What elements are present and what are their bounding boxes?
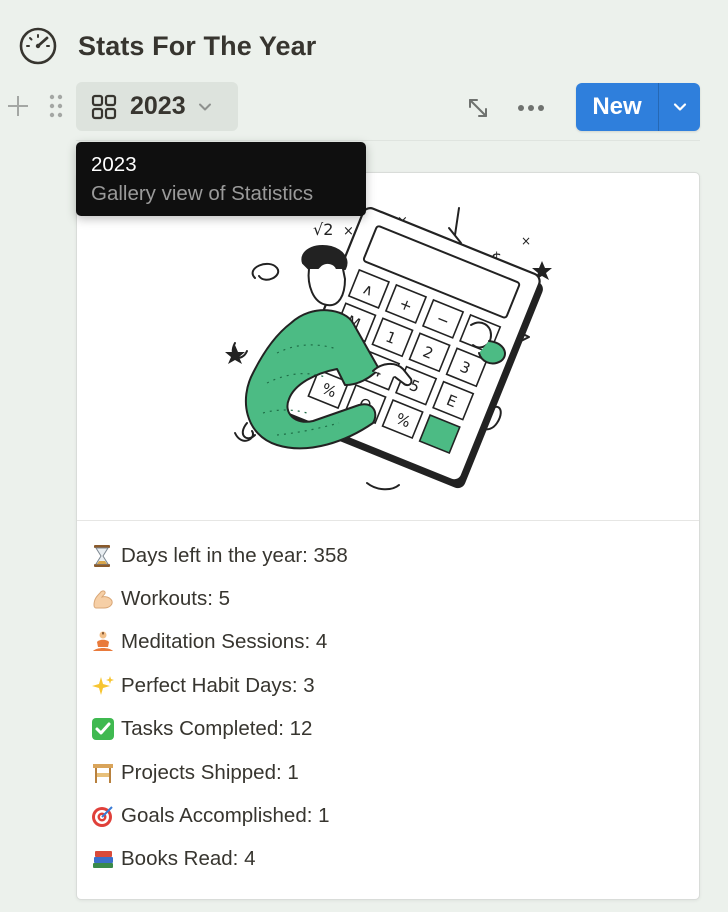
stat-text: Meditation Sessions: 4 <box>121 630 328 654</box>
expand-icon[interactable] <box>464 94 492 122</box>
page-title: Stats For The Year <box>78 30 317 61</box>
stat-books-read: Books Read: 4 <box>91 838 691 881</box>
toolbar-divider <box>76 140 700 141</box>
stat-meditation: Meditation Sessions: 4 <box>91 621 691 664</box>
stat-perfect-habit-days: Perfect Habit Days: 3 <box>91 664 691 707</box>
gallery-card[interactable]: √2 × $ × $ × × <box>76 172 700 900</box>
stat-goals-accomplished: Goals Accomplished: 1 <box>91 794 691 837</box>
stat-text: Projects Shipped: 1 <box>121 760 299 784</box>
books-icon <box>91 846 121 872</box>
stat-projects-shipped: Projects Shipped: 1 <box>91 751 691 794</box>
sparkles-icon <box>91 673 121 699</box>
stat-text: Days left in the year: 358 <box>121 543 348 567</box>
view-tooltip: 2023 Gallery view of Statistics <box>76 142 366 216</box>
card-cover-image: √2 × $ × $ × × <box>77 173 699 521</box>
add-block-plus-icon[interactable] <box>6 94 30 118</box>
svg-text:×: × <box>521 234 531 248</box>
stat-workouts: Workouts: 5 <box>91 577 691 620</box>
check-mark-button-icon <box>91 716 121 742</box>
stat-text: Books Read: 4 <box>121 847 256 871</box>
view-selector-button[interactable]: 2023 <box>76 82 238 131</box>
direct-hit-icon <box>91 803 121 829</box>
svg-text:√2: √2 <box>313 220 333 239</box>
new-button[interactable]: New <box>576 83 700 131</box>
person-meditating-icon <box>91 629 121 655</box>
new-dropdown-chevron-icon[interactable] <box>659 83 700 131</box>
view-toolbar: 2023 New <box>0 82 728 132</box>
new-button-label[interactable]: New <box>576 83 658 131</box>
hourglass-icon <box>91 543 121 569</box>
stat-tasks-completed: Tasks Completed: 12 <box>91 708 691 751</box>
card-stats-list: Days left in the year: 358 Workouts: 5 M… <box>91 534 691 881</box>
flexed-biceps-icon <box>91 586 121 612</box>
stat-text: Goals Accomplished: 1 <box>121 804 330 828</box>
tooltip-subtitle: Gallery view of Statistics <box>91 182 314 205</box>
stat-text: Tasks Completed: 12 <box>121 717 313 741</box>
more-options-icon[interactable] <box>516 94 546 122</box>
chevron-down-icon <box>196 98 214 116</box>
calculator-illustration: √2 × $ × $ × × <box>225 207 552 491</box>
page-header: Stats For The Year <box>18 26 316 66</box>
construction-icon <box>91 760 121 786</box>
gallery-grid-icon <box>90 93 118 121</box>
view-label: 2023 <box>130 92 186 120</box>
gauge-icon <box>18 26 58 66</box>
stat-text: Workouts: 5 <box>121 587 230 611</box>
stat-days-left: Days left in the year: 358 <box>91 534 691 577</box>
stat-text: Perfect Habit Days: 3 <box>121 673 315 697</box>
drag-handle-icon[interactable] <box>46 93 66 119</box>
tooltip-title: 2023 <box>91 153 137 176</box>
